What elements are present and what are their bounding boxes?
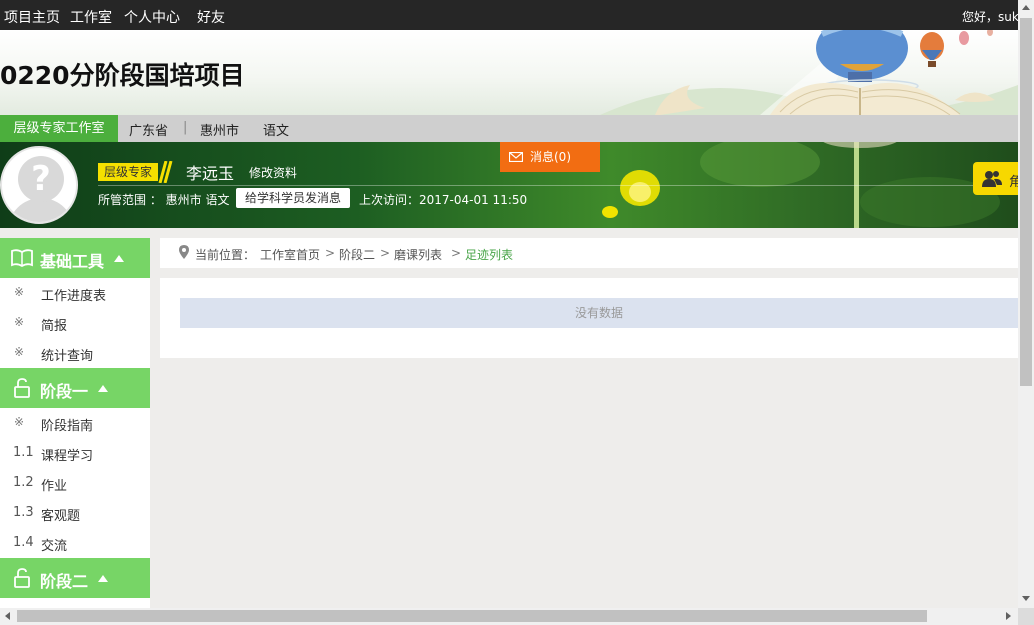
- section-title: 阶段一: [40, 382, 89, 401]
- location-province: 广东省: [129, 124, 169, 139]
- small-balloon-icon: [920, 32, 944, 67]
- sidebar-item-label: 工作进度表: [41, 289, 107, 304]
- managed-scope: 所管范围 ： 惠州市 语文: [98, 193, 230, 207]
- item-number: 1.3: [13, 505, 34, 520]
- caret-up-icon: [98, 575, 108, 582]
- sidebar-item-label: 课程学习: [41, 449, 94, 464]
- hot-air-balloon-icon: [816, 30, 919, 93]
- bullet-mark: ※: [14, 345, 25, 359]
- nav-friends[interactable]: 好友: [197, 7, 225, 27]
- studio-level-tab[interactable]: 层级专家工作室: [0, 115, 118, 142]
- sidebar-item-label: 简报: [41, 319, 68, 334]
- breadcrumb-stage-two[interactable]: 阶段二: [339, 246, 375, 263]
- section-stage-two[interactable]: 阶段二: [0, 558, 150, 598]
- section-title: 基础工具: [40, 252, 105, 271]
- section-basic-tools[interactable]: 基础工具: [0, 238, 150, 278]
- role-badge: 层级专家: [98, 163, 159, 181]
- bullet-mark: ※: [14, 285, 25, 299]
- sidebar-item-label: 阶段指南: [41, 419, 94, 434]
- role-switch-tab[interactable]: 角: [973, 162, 1018, 195]
- breadcrumb-separator: >: [325, 246, 336, 260]
- bullet-mark: ※: [14, 415, 25, 429]
- sidebar-item-progress-table[interactable]: ※ 工作进度表: [0, 278, 150, 308]
- scroll-left-arrow-icon[interactable]: [5, 612, 10, 620]
- breadcrumb-studio-home[interactable]: 工作室首页: [260, 246, 320, 263]
- book-icon: [11, 249, 33, 268]
- breadcrumb: 当前位置： 工作室首页 > 阶段二 > 磨课列表 > 足迹列表: [160, 238, 1018, 268]
- project-title: 0220分阶段国培项目: [0, 61, 245, 90]
- item-number: 1.1: [13, 445, 34, 460]
- sidebar-item-discussion[interactable]: 1.4 交流: [0, 528, 150, 558]
- item-number: 1.4: [13, 535, 34, 550]
- role-switch-label: 角: [1009, 175, 1018, 190]
- stripes-decoration: [158, 161, 173, 183]
- location-bar: 层级专家工作室 广东省 | 惠州市 语文: [0, 115, 1018, 142]
- sidebar-item-statistics[interactable]: ※ 统计查询: [0, 338, 150, 368]
- section-stage-one[interactable]: 阶段一: [0, 368, 150, 408]
- sidebar-item-objective-questions[interactable]: 1.3 客观题: [0, 498, 150, 528]
- last-visit: 上次访问：2017-04-01 11:50: [359, 193, 528, 207]
- messages-button[interactable]: 消息(0): [500, 142, 600, 172]
- sidebar-item-course-study[interactable]: 1.1 课程学习: [0, 438, 150, 468]
- avatar[interactable]: ?: [0, 146, 78, 224]
- breadcrumb-prefix: 当前位置：: [195, 248, 256, 262]
- scrollbar-corner: [1018, 608, 1034, 625]
- breadcrumb-lesson-list[interactable]: 磨课列表: [394, 246, 442, 263]
- item-number: 1.2: [13, 475, 34, 490]
- vertical-scrollbar[interactable]: [1018, 0, 1034, 608]
- horizontal-scrollbar[interactable]: [0, 608, 1018, 625]
- mail-icon: [509, 152, 523, 162]
- sidebar-item-label: 客观题: [41, 509, 81, 524]
- top-nav: 项目主页 工作室 个人中心 好友 您好，suk: [0, 0, 1018, 30]
- edit-profile-link[interactable]: 修改资料: [249, 164, 297, 181]
- sidebar-item-label: 作业: [41, 479, 68, 494]
- sidebar-item-homework[interactable]: 1.2 作业: [0, 468, 150, 498]
- unlock-icon: [14, 378, 30, 398]
- section-title: 阶段二: [40, 572, 89, 591]
- unlock-icon: [14, 568, 30, 588]
- sidebar-item-briefing[interactable]: ※ 简报: [0, 308, 150, 338]
- location-separator: |: [183, 120, 188, 135]
- breadcrumb-footprint-list: 足迹列表: [465, 248, 514, 262]
- sidebar-item-label: 交流: [41, 539, 68, 554]
- question-mark-icon: ?: [18, 156, 64, 202]
- caret-up-icon: [98, 385, 108, 392]
- location-pin-icon: [179, 245, 189, 259]
- user-name: 李远玉: [186, 164, 235, 183]
- content-panel: 没有数据: [160, 278, 1018, 358]
- bullet-mark: ※: [14, 315, 25, 329]
- people-icon: [982, 171, 1002, 187]
- nav-studio[interactable]: 工作室: [70, 7, 112, 27]
- nav-personal-center[interactable]: 个人中心: [124, 7, 180, 27]
- messages-count: 消息(0): [530, 150, 571, 164]
- scroll-right-arrow-icon[interactable]: [1006, 612, 1011, 620]
- empty-state: 没有数据: [180, 298, 1018, 328]
- breadcrumb-separator: >: [451, 246, 462, 260]
- user-greeting: 您好，suk: [962, 10, 1018, 24]
- sidebar-item-stage-guide[interactable]: ※ 阶段指南: [0, 408, 150, 438]
- sidebar: 基础工具 ※ 工作进度表 ※ 简报 ※ 统计查询 阶段一 ※ 阶段指南 1.1 …: [0, 238, 150, 608]
- profile-divider: [98, 185, 1018, 186]
- project-banner: 0220分阶段国培项目: [0, 30, 1018, 115]
- location-subject: 语文: [263, 124, 290, 139]
- send-message-button[interactable]: 给学科学员发消息: [236, 188, 351, 208]
- breadcrumb-separator: >: [380, 246, 391, 260]
- horizontal-scroll-thumb[interactable]: [17, 610, 927, 622]
- profile-strip: ? 层级专家 李远玉 修改资料 所管范围 ： 惠州市 语文 给学科学员发消息 上…: [0, 142, 1018, 228]
- vertical-scroll-thumb[interactable]: [1020, 18, 1032, 386]
- scroll-up-arrow-icon[interactable]: [1022, 5, 1030, 10]
- scroll-down-arrow-icon[interactable]: [1022, 596, 1030, 601]
- sidebar-item-label: 统计查询: [41, 349, 94, 364]
- location-city: 惠州市: [200, 124, 240, 139]
- caret-up-icon: [114, 255, 124, 262]
- nav-project-home[interactable]: 项目主页: [4, 7, 60, 27]
